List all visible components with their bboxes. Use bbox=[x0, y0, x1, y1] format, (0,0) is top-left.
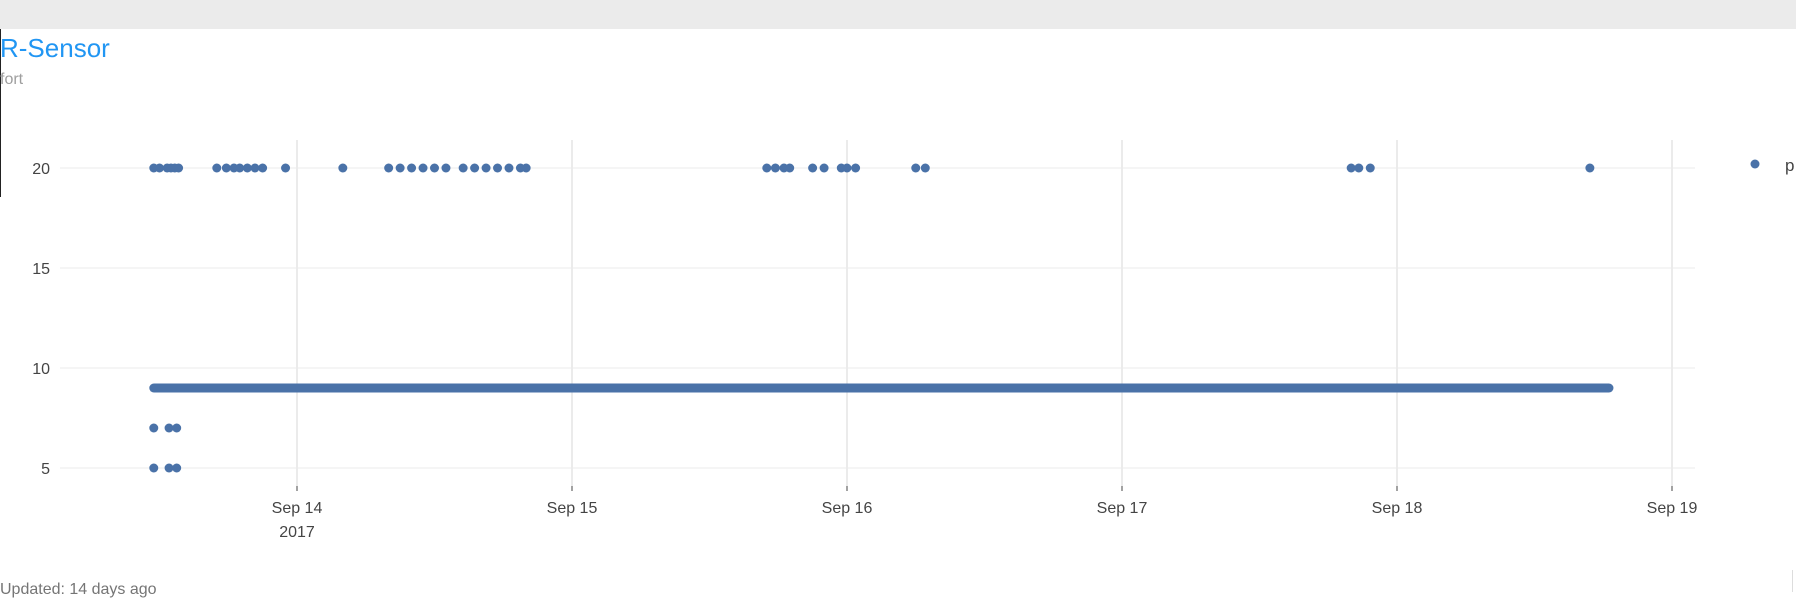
data-point[interactable] bbox=[174, 163, 184, 173]
data-point[interactable] bbox=[441, 163, 451, 173]
data-point[interactable] bbox=[842, 163, 852, 173]
legend-label[interactable]: p bbox=[1785, 156, 1794, 175]
data-point[interactable] bbox=[911, 163, 921, 173]
data-point[interactable] bbox=[1585, 163, 1595, 173]
data-point[interactable] bbox=[338, 163, 348, 173]
x-tick-label: Sep 14 bbox=[272, 500, 323, 517]
x-tick-label: Sep 18 bbox=[1372, 500, 1423, 517]
scatter-chart[interactable]: 5101520 Sep 142017Sep 15 Sep 16 Sep 17 Sep … bbox=[0, 0, 1796, 592]
data-point[interactable] bbox=[212, 163, 222, 173]
data-point[interactable] bbox=[458, 163, 468, 173]
data-point[interactable] bbox=[1365, 163, 1375, 173]
data-point[interactable] bbox=[395, 163, 405, 173]
data-point[interactable] bbox=[384, 163, 394, 173]
x-tick-label: Sep 17 bbox=[1097, 500, 1148, 517]
y-tick-label: 10 bbox=[32, 361, 50, 378]
y-tick-label: 5 bbox=[41, 461, 50, 478]
legend: p bbox=[1750, 156, 1794, 175]
data-point[interactable] bbox=[762, 163, 772, 173]
data-point[interactable] bbox=[785, 163, 795, 173]
right-edge-rule bbox=[1792, 570, 1793, 592]
data-point[interactable] bbox=[407, 163, 417, 173]
data-point[interactable] bbox=[851, 163, 861, 173]
x-tick-year-label: 2017 bbox=[279, 524, 315, 541]
series-p bbox=[149, 163, 1614, 473]
x-tick-label: Sep 16 bbox=[822, 500, 873, 517]
gridlines bbox=[60, 140, 1695, 486]
x-tick-label: Sep 15 bbox=[547, 500, 598, 517]
data-point[interactable] bbox=[1354, 163, 1364, 173]
data-point[interactable] bbox=[481, 163, 491, 173]
data-point[interactable] bbox=[920, 163, 930, 173]
x-tick-label: Sep 19 bbox=[1647, 500, 1698, 517]
y-tick-label: 15 bbox=[32, 261, 50, 278]
data-point[interactable] bbox=[172, 423, 182, 433]
updated-status: Updated: 14 days ago bbox=[0, 581, 157, 598]
data-point[interactable] bbox=[470, 163, 480, 173]
data-point[interactable] bbox=[521, 163, 531, 173]
y-tick-label: 20 bbox=[32, 161, 50, 178]
data-point[interactable] bbox=[819, 163, 829, 173]
data-point[interactable] bbox=[504, 163, 514, 173]
data-point[interactable] bbox=[770, 163, 780, 173]
data-point[interactable] bbox=[430, 163, 439, 173]
data-point[interactable] bbox=[258, 163, 268, 173]
data-point[interactable] bbox=[149, 463, 159, 473]
data-point[interactable] bbox=[281, 163, 291, 173]
data-point[interactable] bbox=[149, 423, 159, 433]
legend-marker bbox=[1750, 159, 1760, 169]
data-point[interactable] bbox=[493, 163, 503, 173]
data-point[interactable] bbox=[808, 163, 818, 173]
y-axis-ticks: 5 10 15 20 bbox=[32, 161, 50, 478]
data-point[interactable] bbox=[418, 163, 428, 173]
data-point[interactable] bbox=[172, 463, 182, 473]
x-axis-ticks: Sep 14 2017 Sep 15 Sep 16 Sep 17 Sep 18 Sep 19 bbox=[272, 486, 1698, 541]
